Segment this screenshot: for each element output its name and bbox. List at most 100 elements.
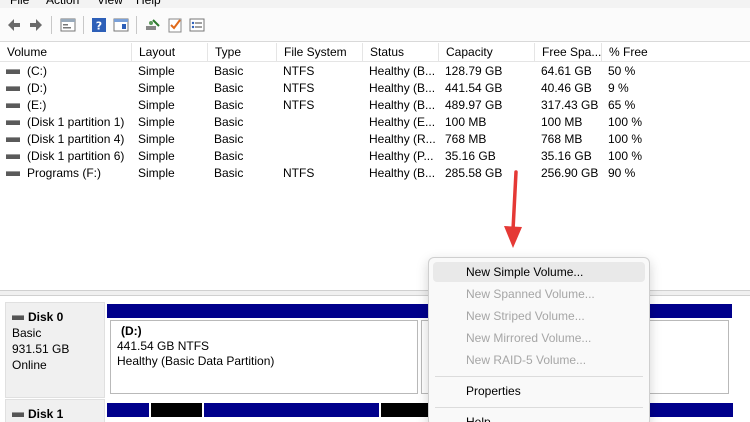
disk-1-name-row: Disk 1 [12, 406, 98, 422]
cell-capacity: 768 MB [445, 132, 487, 146]
menu-item-new-spanned-volume[interactable]: New Spanned Volume... [433, 284, 645, 304]
cell-status: Healthy (B... [369, 98, 436, 112]
toolbar-separator [51, 16, 52, 34]
volume-icon [6, 103, 20, 108]
partition-size-fs: 441.54 GB NTFS [117, 339, 210, 353]
forward-icon[interactable] [27, 16, 45, 34]
help-window-icon[interactable] [112, 16, 130, 34]
disk-icon [12, 411, 24, 417]
column-header-file-system[interactable]: File System [277, 43, 363, 62]
table-row[interactable]: (C:) Simple Basic NTFS Healthy (B... 128… [0, 63, 750, 80]
column-header-layout[interactable]: Layout [132, 43, 208, 62]
disk-0-partition-d[interactable]: (D:) 441.54 GB NTFS Healthy (Basic Data … [110, 320, 418, 394]
cell-free-space: 317.43 GB [541, 98, 599, 112]
menu-item-help[interactable]: Help [433, 412, 645, 422]
cell-type: Basic [214, 81, 244, 95]
cell-volume: Programs (F:) [27, 166, 102, 180]
column-header-percent-free[interactable]: % Free [602, 43, 750, 62]
column-header-free-space[interactable]: Free Spa... [535, 43, 602, 62]
cell-status: Healthy (R... [369, 132, 436, 146]
properties-icon[interactable] [59, 16, 77, 34]
disk-icon [12, 314, 24, 320]
cell-free-space: 768 MB [541, 132, 583, 146]
disk-1-segment [204, 403, 379, 417]
cell-layout: Simple [138, 166, 175, 180]
disk-size: 931.51 GB [12, 342, 70, 356]
volume-list: Volume Layout Type File System Status Ca… [0, 43, 750, 290]
disk-1-segment [107, 403, 149, 417]
cell-percent-free: 100 % [608, 149, 643, 163]
volume-icon [6, 171, 20, 176]
cell-file-system: NTFS [283, 81, 315, 95]
column-header-type[interactable]: Type [208, 43, 277, 62]
cell-capacity: 100 MB [445, 115, 487, 129]
cell-percent-free: 100 % [608, 132, 643, 146]
cell-status: Healthy (P... [369, 149, 434, 163]
cell-layout: Simple [138, 149, 175, 163]
toolbar: ? [0, 8, 750, 42]
disk-state: Online [12, 358, 47, 372]
menu-file[interactable]: File [10, 0, 29, 8]
cell-layout: Simple [138, 64, 175, 78]
menu-item-new-simple-volume[interactable]: New Simple Volume... [433, 262, 645, 282]
settings-list-icon[interactable] [188, 16, 206, 34]
annotation-arrow-icon [504, 170, 522, 248]
column-header-status[interactable]: Status [363, 43, 439, 62]
context-menu: New Simple Volume... New Spanned Volume.… [428, 257, 650, 422]
table-row[interactable]: Programs (F:) Simple Basic NTFS Healthy … [0, 165, 750, 182]
cell-free-space: 35.16 GB [541, 149, 592, 163]
toolbar-separator [83, 16, 84, 34]
disk-1-segment [381, 403, 431, 417]
menu-item-new-mirrored-volume[interactable]: New Mirrored Volume... [433, 328, 645, 348]
menu-item-new-raid5-volume[interactable]: New RAID-5 Volume... [433, 350, 645, 370]
menu-help[interactable]: Help [136, 0, 161, 8]
volume-icon [6, 137, 20, 142]
partition-name: (D:) [121, 324, 142, 338]
menu-item-properties[interactable]: Properties [433, 381, 645, 401]
partition-status: Healthy (Basic Data Partition) [117, 354, 275, 368]
volume-icon [6, 69, 20, 74]
cell-percent-free: 9 % [608, 81, 629, 95]
disk-name: Disk 0 [28, 310, 64, 324]
cell-percent-free: 65 % [608, 98, 636, 112]
disk-1-label[interactable]: Disk 1 [5, 399, 105, 422]
back-icon[interactable] [5, 16, 23, 34]
cell-layout: Simple [138, 81, 175, 95]
cell-type: Basic [214, 98, 244, 112]
menu-view[interactable]: View [97, 0, 123, 8]
cell-free-space: 64.61 GB [541, 64, 592, 78]
volume-icon [6, 154, 20, 159]
cell-status: Healthy (B... [369, 166, 436, 180]
check-icon[interactable] [166, 16, 184, 34]
cell-type: Basic [214, 132, 244, 146]
cell-percent-free: 100 % [608, 115, 643, 129]
cell-volume: (Disk 1 partition 6) [27, 149, 125, 163]
column-header-capacity[interactable]: Capacity [439, 43, 535, 62]
menu-bar: File Action View Help [0, 0, 750, 8]
cell-volume: (D:) [27, 81, 47, 95]
cell-file-system: NTFS [283, 64, 315, 78]
cell-file-system: NTFS [283, 166, 315, 180]
cell-capacity: 35.16 GB [445, 149, 496, 163]
table-row[interactable]: (E:) Simple Basic NTFS Healthy (B... 489… [0, 97, 750, 114]
disk-0-name-row: Disk 0 [12, 309, 98, 325]
cell-free-space: 40.46 GB [541, 81, 592, 95]
cell-type: Basic [214, 166, 244, 180]
column-header-volume[interactable]: Volume [0, 43, 132, 62]
table-row[interactable]: (D:) Simple Basic NTFS Healthy (B... 441… [0, 80, 750, 97]
menu-action[interactable]: Action [46, 0, 79, 8]
cell-type: Basic [214, 115, 244, 129]
connect-icon[interactable] [144, 16, 162, 34]
disk-type: Basic [12, 326, 42, 340]
cell-layout: Simple [138, 115, 175, 129]
cell-capacity: 128.79 GB [445, 64, 503, 78]
svg-text:?: ? [96, 20, 102, 33]
cell-capacity: 285.58 GB [445, 166, 503, 180]
table-row[interactable]: (Disk 1 partition 4) Simple Basic Health… [0, 131, 750, 148]
help-icon[interactable]: ? [90, 16, 108, 34]
menu-item-new-striped-volume[interactable]: New Striped Volume... [433, 306, 645, 326]
table-row[interactable]: (Disk 1 partition 1) Simple Basic Health… [0, 114, 750, 131]
table-row[interactable]: (Disk 1 partition 6) Simple Basic Health… [0, 148, 750, 165]
volume-table-header: Volume Layout Type File System Status Ca… [0, 43, 750, 62]
disk-0-label[interactable]: Disk 0 Basic 931.51 GB Online [5, 302, 105, 398]
